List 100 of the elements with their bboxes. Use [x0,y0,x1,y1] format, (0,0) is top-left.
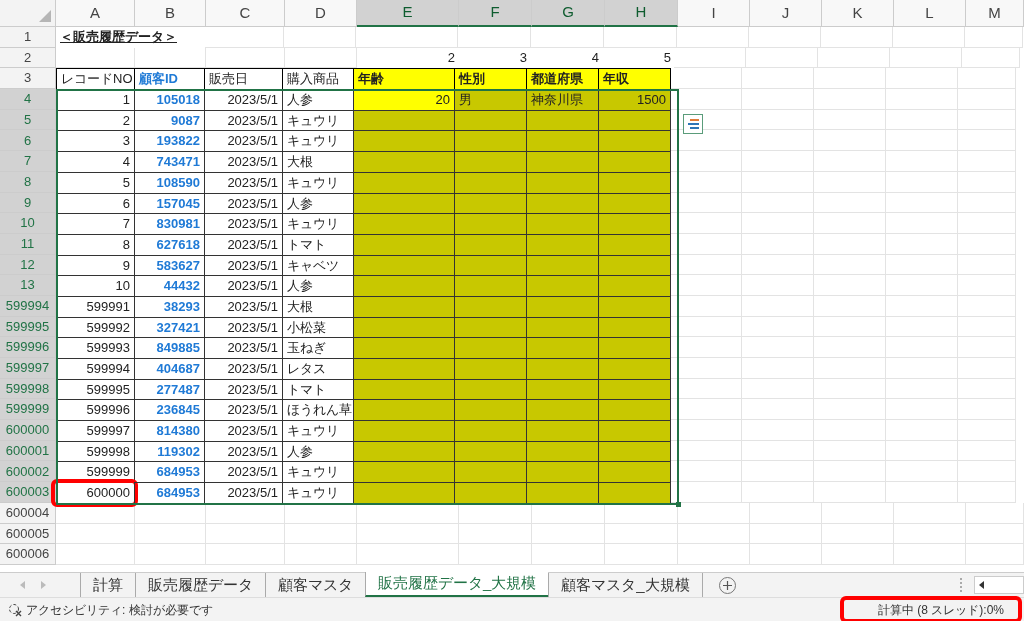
row-header[interactable]: 600003 [0,482,56,503]
column-header[interactable]: D [285,0,357,27]
empty-cell [742,316,814,338]
column-header[interactable]: G [532,0,605,27]
row-header[interactable]: 2 [0,47,56,69]
empty-cell [958,378,1016,400]
empty-cell [750,502,822,524]
empty-cell [814,213,886,234]
empty-cell [814,378,886,400]
empty-cell [958,295,1016,317]
row-header[interactable]: 9 [0,192,56,214]
empty-cell [678,544,750,565]
row-header[interactable]: 600006 [0,544,56,565]
empty-cell [893,27,965,48]
empty-cell [958,275,1016,296]
accessibility-icon[interactable] [8,602,22,617]
row-header[interactable]: 5 [0,109,56,131]
empty-cell [814,337,886,358]
column-header[interactable]: C [206,0,285,27]
row-header[interactable]: 1 [0,27,56,48]
quick-analysis-icon[interactable] [683,114,703,134]
empty-cell [742,68,814,90]
empty-cell [742,89,814,110]
table-cell: 性別 [454,68,527,91]
row-header[interactable]: 599998 [0,378,56,400]
empty-cell [678,523,750,545]
column-header[interactable]: J [750,0,822,27]
empty-cell [886,337,958,358]
row-header[interactable]: 11 [0,233,56,255]
column-header[interactable]: F [459,0,532,27]
empty-cell [742,130,814,152]
column-header[interactable]: I [678,0,750,27]
empty-cell [886,68,958,90]
empty-cell [814,130,886,152]
empty-cell [886,171,958,193]
empty-cell [958,358,1016,379]
column-header[interactable]: B [135,0,206,27]
empty-cell [677,27,749,48]
calculation-status: 計算中 (8 スレッド):0% [877,602,1005,617]
horizontal-scrollbar[interactable] [974,576,1024,594]
row-header[interactable]: 600004 [0,502,56,524]
empty-cell [814,109,886,131]
empty-cell [750,544,822,565]
empty-cell [886,233,958,255]
row-header[interactable]: 599996 [0,337,56,358]
row-header[interactable]: 6 [0,130,56,152]
empty-cell [962,47,1020,69]
column-header[interactable]: E [357,0,459,27]
row-header[interactable]: 4 [0,89,56,110]
empty-cell [285,502,357,524]
empty-cell [958,461,1016,483]
row-header[interactable]: 600005 [0,523,56,545]
column-header[interactable]: K [822,0,894,27]
empty-cell [958,89,1016,110]
row-header[interactable]: 8 [0,171,56,193]
column-header[interactable]: A [56,0,135,27]
splitter-handle-icon[interactable] [960,578,962,592]
row-header[interactable]: 13 [0,275,56,296]
column-header[interactable]: L [894,0,966,27]
empty-cell [750,523,822,545]
row-header[interactable]: 10 [0,213,56,234]
empty-cell [814,151,886,172]
empty-cell [886,151,958,172]
empty-cell [886,213,958,234]
row-header[interactable]: 599995 [0,316,56,338]
empty-cell [886,461,958,483]
empty-cell [966,502,1024,524]
empty-cell [886,420,958,441]
scroll-left-icon[interactable] [979,581,984,589]
empty-cell [966,523,1024,545]
row-header[interactable]: 7 [0,151,56,172]
row-header[interactable]: 599999 [0,399,56,421]
empty-cell [958,68,1016,90]
empty-cell [822,502,894,524]
row-header[interactable]: 12 [0,254,56,276]
row-header[interactable]: 600001 [0,440,56,462]
empty-cell [958,233,1016,255]
empty-cell [958,316,1016,338]
row-header[interactable]: 3 [0,68,56,90]
row-header[interactable]: 600000 [0,420,56,441]
empty-cell [135,544,206,565]
fill-handle[interactable] [676,502,681,507]
empty-cell [886,482,958,503]
column-header[interactable]: H [605,0,678,27]
empty-cell [886,440,958,462]
empty-cell [958,440,1016,462]
column-header[interactable]: M [966,0,1024,27]
sheet-tab[interactable]: 販売履歴データ_大規模 [365,572,549,597]
empty-cell [958,337,1016,358]
row-header[interactable]: 599997 [0,358,56,379]
accessibility-status[interactable]: アクセシビリティ: 検討が必要です [26,600,213,619]
empty-cell [814,399,886,421]
empty-cell [135,47,206,69]
empty-cell [742,358,814,379]
empty-cell [742,461,814,483]
empty-cell [958,109,1016,131]
row-header[interactable]: 600002 [0,461,56,483]
empty-cell [285,544,357,565]
empty-cell [958,192,1016,214]
row-header[interactable]: 599994 [0,295,56,317]
